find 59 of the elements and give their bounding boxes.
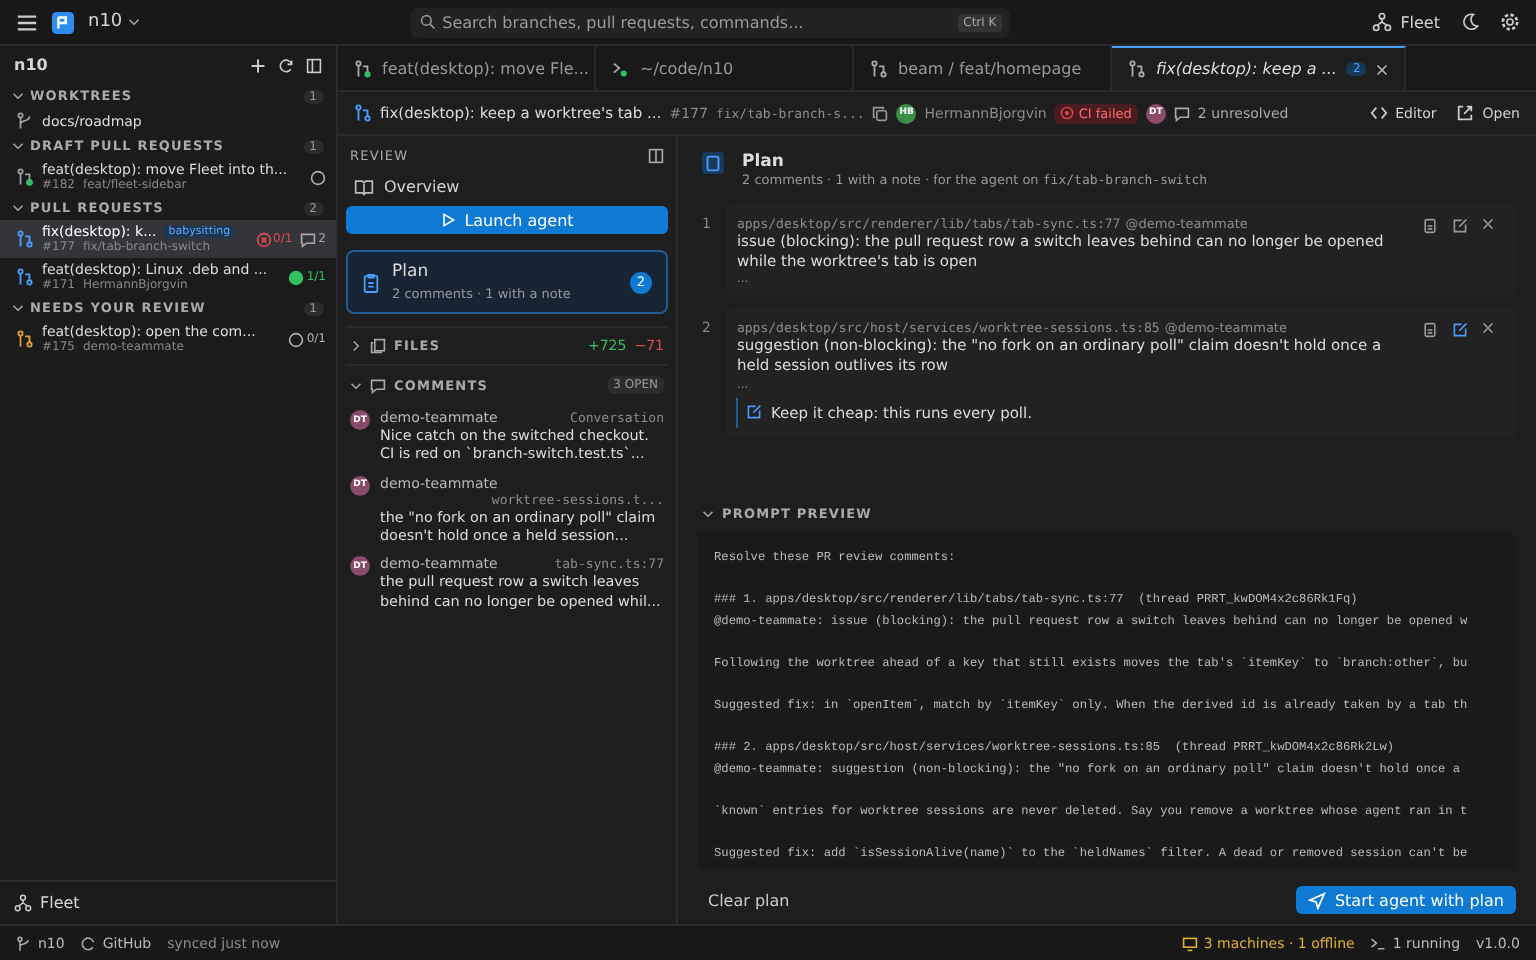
monitor-icon: [1181, 935, 1198, 951]
terminal-icon: [612, 59, 630, 77]
plan-title: Plan: [742, 152, 786, 172]
close-icon[interactable]: [1482, 218, 1494, 230]
fleet-button[interactable]: Fleet: [1372, 12, 1440, 32]
menu-icon[interactable]: [16, 11, 38, 33]
clipboard-icon: [362, 271, 380, 293]
sync-icon: [80, 935, 97, 951]
close-icon[interactable]: [1482, 322, 1494, 335]
start-agent-button[interactable]: Start agent with plan: [1296, 886, 1516, 914]
document-icon[interactable]: [1422, 218, 1438, 234]
app-logo-icon: [52, 11, 74, 33]
pull-request-icon: [16, 330, 34, 348]
document-icon[interactable]: [1422, 322, 1438, 339]
network-icon: [1372, 12, 1393, 32]
terminal-icon: [1370, 935, 1387, 951]
plus-icon[interactable]: [250, 57, 266, 73]
moon-icon[interactable]: [1460, 12, 1480, 32]
network-icon: [14, 894, 32, 912]
refresh-icon[interactable]: [278, 57, 294, 73]
workspace-switcher[interactable]: n10: [88, 12, 141, 32]
pull-request-icon: [1128, 60, 1146, 78]
tab[interactable]: ~/code/n10: [596, 46, 854, 90]
panel-icon[interactable]: [648, 148, 664, 164]
search-icon: [420, 14, 437, 30]
clear-plan-button[interactable]: Clear plan: [708, 891, 790, 909]
send-icon: [1308, 891, 1327, 909]
external-link-icon: [1456, 104, 1475, 122]
overview-item[interactable]: Overview: [346, 172, 668, 202]
failed-icon: [1060, 106, 1075, 120]
comment-icon: [370, 377, 386, 393]
fleet-link[interactable]: Fleet: [14, 894, 80, 912]
play-icon: [440, 212, 457, 228]
clipboard-icon: [702, 152, 724, 174]
comment-icon: [300, 231, 317, 247]
pull-request-icon: [16, 230, 34, 248]
chevron-icon: [128, 16, 141, 28]
branch-icon: [16, 935, 32, 951]
pull-request-icon: [354, 104, 372, 122]
pull-request-icon: [16, 268, 34, 286]
close-icon[interactable]: [1376, 63, 1389, 75]
plan-title: Plan: [392, 262, 431, 282]
files-icon: [370, 338, 386, 354]
settings-icon[interactable]: [1500, 12, 1520, 32]
launch-agent-button[interactable]: Launch agent: [346, 206, 668, 234]
copy-icon[interactable]: [872, 105, 889, 121]
pull-request-icon: [16, 168, 34, 186]
branch-icon: [870, 59, 888, 77]
code-icon: [1369, 104, 1388, 122]
book-icon: [354, 178, 374, 196]
branch-icon: [354, 59, 372, 77]
edit-icon[interactable]: [1452, 322, 1468, 339]
comment-icon: [1173, 105, 1190, 121]
edit-icon: [746, 404, 763, 420]
branch-icon: [16, 112, 34, 130]
sidebar-title: n10: [14, 56, 48, 74]
edit-icon[interactable]: [1452, 218, 1468, 234]
panel-icon[interactable]: [306, 57, 322, 73]
tab[interactable]: feat(desktop): move Fle...: [338, 46, 596, 90]
